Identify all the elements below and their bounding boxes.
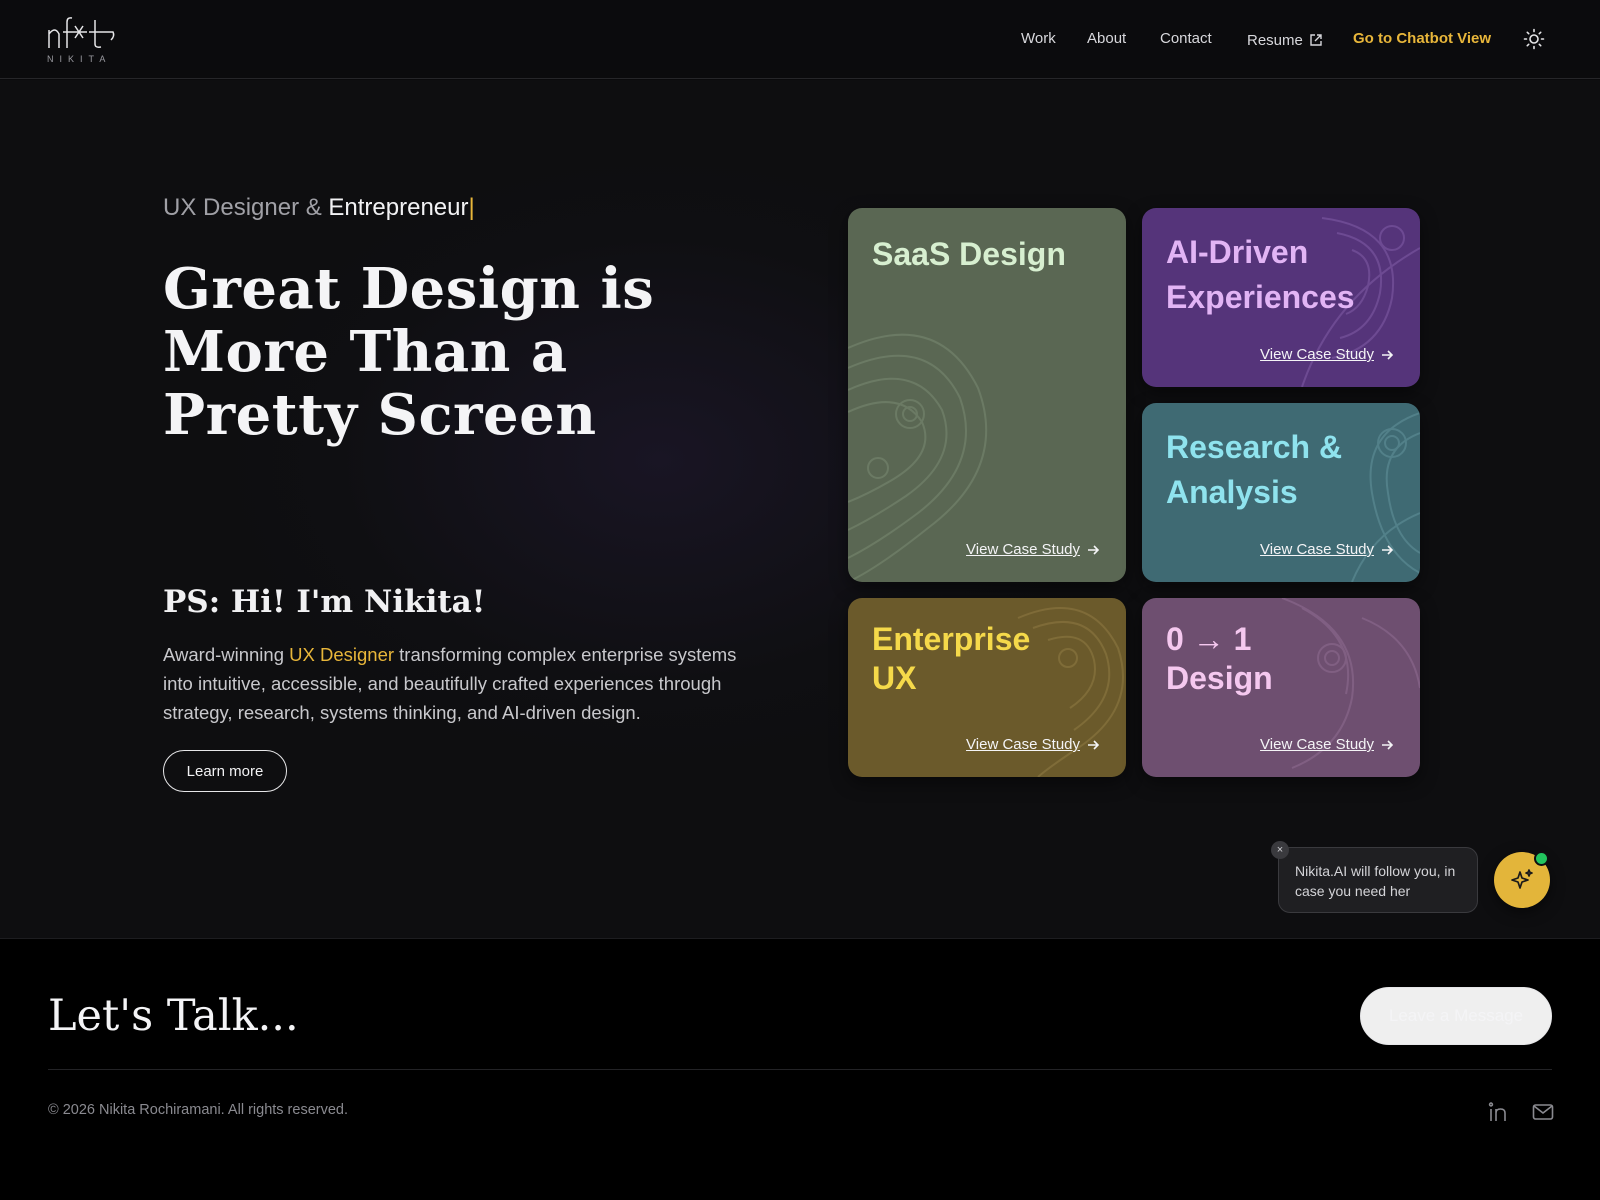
card-title-line: Analysis	[1166, 474, 1298, 510]
hero-section: UX Designer & Entrepreneur| Great Design…	[0, 80, 1600, 938]
chat-tooltip: Nikita.AI will follow you, in case you n…	[1278, 847, 1478, 913]
sun-icon	[1523, 28, 1545, 50]
site-header: NIKITA Work About Contact Resume Go to C…	[0, 0, 1600, 79]
intro-heading: PS: Hi! I'm Nikita!	[163, 584, 486, 620]
card-ai-driven-experiences[interactable]: AI-Driven Experiences View Case Study	[1142, 208, 1420, 387]
nav-work[interactable]: Work	[1021, 30, 1056, 50]
card-title-line: 0 → 1	[1166, 621, 1252, 657]
logo-wordmark: NIKITA	[47, 54, 112, 64]
typing-cursor: |	[468, 194, 475, 221]
online-status-dot	[1534, 851, 1549, 866]
view-case-study-label: View Case Study	[966, 736, 1080, 753]
logo-mark-icon	[48, 17, 115, 48]
nav-contact[interactable]: Contact	[1160, 30, 1212, 50]
card-title-line: UX	[872, 660, 917, 696]
bio-text: Award-winning UX Designer transforming c…	[163, 640, 763, 727]
view-case-study-link[interactable]: View Case Study	[966, 736, 1100, 753]
nav-resume-label: Resume	[1247, 31, 1303, 49]
card-title-line: Design	[1166, 660, 1273, 696]
card-zero-to-one-design[interactable]: 0 → 1 Design View Case Study	[1142, 598, 1420, 777]
card-title: Research & Analysis	[1166, 425, 1342, 515]
learn-more-button[interactable]: Learn more	[163, 750, 287, 792]
linkedin-link[interactable]	[1488, 1101, 1510, 1123]
card-title-line: Enterprise	[872, 621, 1031, 657]
card-title-line: AI-Driven	[1166, 234, 1309, 270]
card-title: SaaS Design	[872, 236, 1066, 272]
view-case-study-label: View Case Study	[1260, 346, 1374, 363]
view-case-study-label: View Case Study	[1260, 736, 1374, 753]
view-case-study-link[interactable]: View Case Study	[1260, 346, 1394, 363]
copyright-text: © 2026 Nikita Rochiramani. All rights re…	[48, 1102, 349, 1118]
view-case-study-label: View Case Study	[966, 541, 1080, 558]
arrow-right-icon	[1088, 544, 1100, 555]
bio-accent: UX Designer	[289, 644, 395, 665]
mail-icon	[1532, 1104, 1554, 1120]
nav-resume[interactable]: Resume	[1247, 30, 1323, 50]
chat-tooltip-close-button[interactable]: ×	[1271, 841, 1289, 859]
arrow-right-icon	[1382, 739, 1394, 750]
email-link[interactable]	[1532, 1102, 1554, 1122]
card-title: Enterprise UX	[872, 620, 1030, 698]
card-title-line: Experiences	[1166, 279, 1355, 315]
nav-about[interactable]: About	[1087, 30, 1126, 50]
arrow-right-icon	[1382, 544, 1394, 555]
view-case-study-link[interactable]: View Case Study	[1260, 541, 1394, 558]
bio-prefix: Award-winning	[163, 644, 290, 665]
linkedin-icon	[1488, 1102, 1506, 1121]
theme-toggle-button[interactable]	[1523, 28, 1545, 50]
card-title-line: Research &	[1166, 429, 1343, 465]
card-saas-design[interactable]: SaaS Design View Case Study	[848, 208, 1126, 582]
external-link-icon	[1310, 34, 1322, 46]
view-case-study-link[interactable]: View Case Study	[966, 541, 1100, 558]
card-enterprise-ux[interactable]: Enterprise UX View Case Study	[848, 598, 1126, 777]
card-research-analysis[interactable]: Research & Analysis View Case Study	[1142, 403, 1420, 582]
sparkle-icon	[1511, 869, 1533, 889]
card-title: 0 → 1 Design	[1166, 620, 1273, 698]
footer-divider	[48, 1069, 1552, 1070]
arrow-right-icon	[1088, 739, 1100, 750]
footer-heading: Let's Talk...	[48, 991, 299, 1041]
nav-chatbot-view[interactable]: Go to Chatbot View	[1353, 30, 1491, 50]
tagline: UX Designer & Entrepreneur|	[163, 194, 475, 222]
tagline-highlight: Entrepreneur	[328, 194, 469, 221]
arrow-right-icon	[1382, 349, 1394, 360]
card-title: AI-Driven Experiences	[1166, 230, 1355, 320]
site-footer: Let's Talk... Leave a Message © 2026 Nik…	[0, 938, 1600, 1200]
logo[interactable]: NIKITA	[47, 14, 117, 66]
view-case-study-link[interactable]: View Case Study	[1260, 736, 1394, 753]
leave-message-button[interactable]: Leave a Message	[1360, 987, 1552, 1045]
hero-headline: Great Design is More Than a Pretty Scree…	[163, 256, 655, 448]
view-case-study-label: View Case Study	[1260, 541, 1374, 558]
tagline-prefix: UX Designer &	[163, 194, 329, 221]
